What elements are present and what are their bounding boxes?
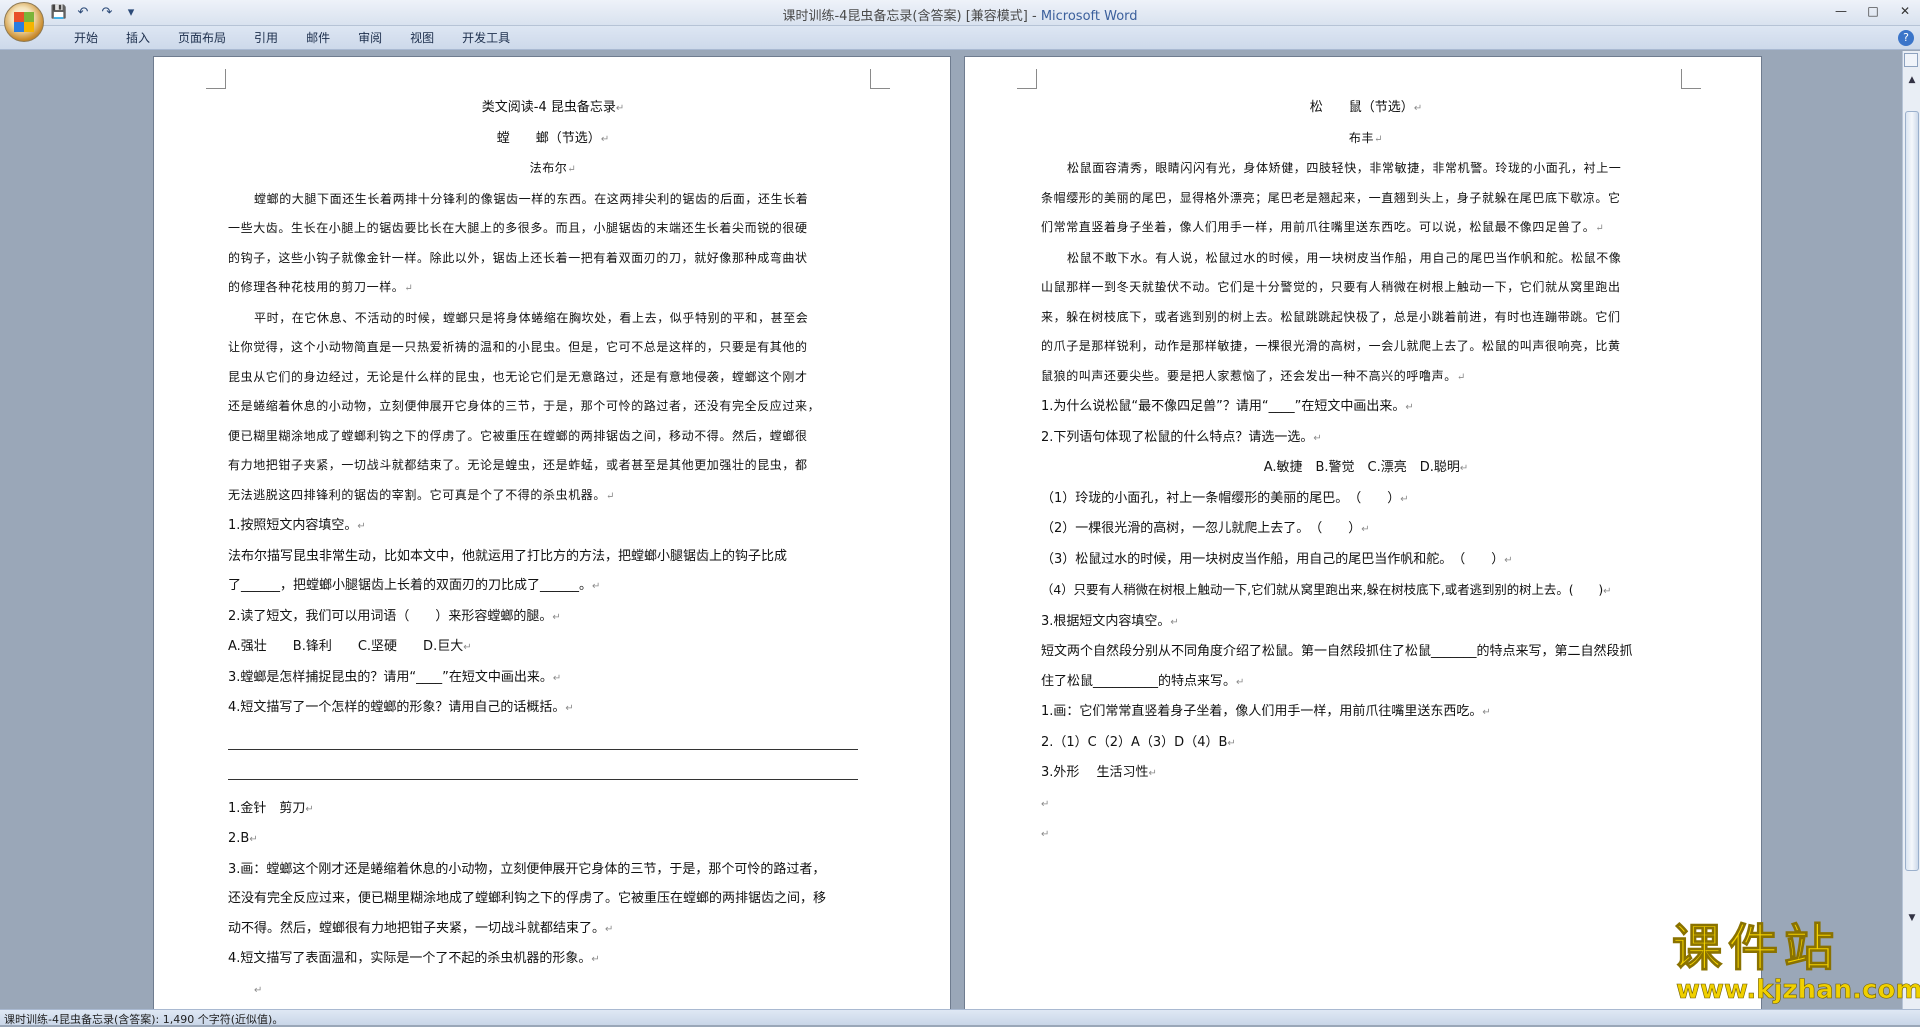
doc-title: 松 鼠（节选）↵ (1309, 100, 1423, 115)
passage-line: 还是蜷缩着休息的小动物，立刻便伸展开它身体的三节，于是，那个可怜的路过者，还没有… (228, 399, 821, 413)
passage-line: 山鼠那样一到冬天就蛰伏不动。它们是十分警觉的，只要有人稍微在树根上触动一下，它们… (1041, 280, 1621, 294)
office-logo-icon (14, 12, 34, 32)
doc-title: 类文阅读-4 昆虫备忘录↵ (481, 100, 625, 115)
close-button[interactable]: ✕ (1896, 2, 1914, 20)
tab-view[interactable]: 视图 (396, 30, 448, 46)
tab-page-layout[interactable]: 页面布局 (164, 30, 240, 46)
tab-mailings[interactable]: 邮件 (292, 30, 344, 46)
document-page-2[interactable]: 松 鼠（节选）↵ 布丰↵ 松鼠面容清秀，眼睛闪闪有光，身体矫健，四肢轻快，非常敏… (964, 56, 1762, 1009)
question-2-options: A.强壮 B.锋利 C.坚硬 D.巨大↵ (228, 639, 472, 654)
scrollbar-thumb[interactable] (1905, 111, 1919, 871)
status-bar: 课时训练-4昆虫备忘录(含答案): 1,490 个字符(近似值)。 (0, 1009, 1920, 1026)
tab-references[interactable]: 引用 (240, 30, 292, 46)
answer-line (228, 724, 858, 750)
document-page-1[interactable]: 类文阅读-4 昆虫备忘录↵ 螳 螂（节选）↵ 法布尔↵ 螳螂的大腿下面还生长着两… (153, 56, 951, 1009)
watermark-logo: 课件站 (1672, 919, 1840, 977)
question-1-text: 了______，把螳螂小腿锯齿上长着的双面刃的刀比成了______。↵ (228, 578, 601, 593)
margin-corner-mark (870, 69, 890, 89)
question-3: 3.根据短文内容填空。↵ (1041, 613, 1179, 629)
answer-1: 1.金针 剪刀↵ (228, 800, 314, 816)
answer-3: 还没有完全反应过来，便已糊里糊涂地成了螳螂利钩之下的俘虏了。它被重压在螳螂的两排… (228, 891, 827, 906)
question-2: 2.读了短文，我们可以用词语（ ）来形容螳螂的腿。↵ (228, 608, 561, 624)
passage-line: 松鼠面容清秀，眼睛闪闪有光，身体矫健，四肢轻快，非常敏捷，非常机警。玲珑的小面孔… (1067, 161, 1622, 175)
page-1-content: 类文阅读-4 昆虫备忘录↵ 螳 螂（节选）↵ 法布尔↵ 螳螂的大腿下面还生长着两… (228, 93, 878, 1005)
watermark-url: www.kjzhan.com (1676, 975, 1920, 1005)
question-3: 3.螳螂是怎样捕捉昆虫的？请用“____”在短文中画出来。↵ (228, 669, 562, 685)
passage-line: 的爪子是那样锐利，动作是那样敏捷，一棵很光滑的高树，一会儿就爬上去了。松鼠的叫声… (1041, 339, 1621, 353)
passage-line: 便已糊里糊涂地成了螳螂利钩之下的俘虏了。它被重压在螳螂的两排锯齿之间，移动不得。… (228, 428, 808, 443)
passage-line: 无法逃脱这四排锋利的锯齿的宰割。它可真是个了不得的杀虫机器。↵ (228, 487, 615, 502)
question-3-text: 住了松鼠__________的特点来写。↵ (1041, 673, 1245, 689)
question-2-item: （2）一棵很光滑的高树，一忽儿就爬上去了。 （ ）↵ (1041, 521, 1370, 536)
question-1-text: 法布尔描写昆虫非常生动，比如本文中，他就运用了打比方的方法，把螳螂小腿锯齿上的钩… (228, 548, 788, 564)
question-1: 1.为什么说松鼠“最不像四足兽”？请用“____”在短文中画出来。↵ (1041, 399, 1414, 414)
answer-2: 2.B↵ (228, 831, 258, 846)
window-title-app: Microsoft Word (1040, 9, 1138, 24)
title-bar: 💾 ↶ ↷ ▾ 课时训练-4昆虫备忘录(含答案) [兼容模式] - Micros… (0, 0, 1920, 26)
passage-line: 一些大齿。生长在小腿上的锯齿要比长在大腿上的多很多。而且，小腿锯齿的末端还生长着… (228, 221, 808, 235)
margin-corner-mark (1681, 69, 1701, 89)
answer-line (228, 754, 858, 780)
window-controls: — □ ✕ (1832, 2, 1914, 20)
answer-3: 动不得。然后，螳螂很有力地把钳子夹紧，一切战斗就都结束了。↵ (228, 920, 614, 936)
window-title: 课时训练-4昆虫备忘录(含答案) [兼容模式] - Microsoft Word (0, 5, 1920, 24)
answer-4: 4.短文描写了表面温和，实际是一个了不起的杀虫机器的形象。↵ (228, 951, 600, 966)
minimize-button[interactable]: — (1832, 2, 1850, 20)
document-workspace: 类文阅读-4 昆虫备忘录↵ 螳 螂（节选）↵ 法布尔↵ 螳螂的大腿下面还生长着两… (0, 51, 1902, 1009)
ribbon: 开始 插入 页面布局 引用 邮件 审阅 视图 开发工具 ? (0, 26, 1920, 50)
question-2-options: A.敏捷 B.警觉 C.漂亮 D.聪明↵ (1263, 460, 1469, 475)
maximize-button[interactable]: □ (1864, 2, 1882, 20)
passage-line: 平时，在它休息、不活动的时候，螳螂只是将身体蜷缩在胸坎处，看上去，似乎特别的平和… (254, 310, 809, 325)
passage-line: 昆虫从它们的身边经过，无论是什么样的昆虫，也无论它们是无意路过，还是有意地侵袭，… (228, 369, 808, 384)
site-watermark: 课件站 www.kjzhan.com (1672, 919, 1920, 1005)
empty-paragraph: ↵ (254, 984, 263, 996)
question-2-item: （3）松鼠过水的时候，用一块树皮当作船，用自己的尾巴当作帆和舵。 （ ）↵ (1041, 551, 1513, 567)
doc-author: 法布尔↵ (529, 161, 577, 175)
question-4: 4.短文描写了一个怎样的螳螂的形象？请用自己的话概括。↵ (228, 700, 574, 715)
passage-line: 的修理各种花枝用的剪刀一样。↵ (228, 280, 414, 294)
tab-developer[interactable]: 开发工具 (448, 30, 524, 46)
answer-3: 3.外形 生活习性↵ (1041, 765, 1157, 780)
answer-1: 1.画：它们常常直竖着身子坐着，像人们用手一样，用前爪往嘴里送东西吃。↵ (1041, 704, 1491, 719)
question-2: 2.下列语句体现了松鼠的什么特点？请选一选。↵ (1041, 429, 1322, 445)
passage-line: 鼠狼的叫声还要尖些。要是把人家惹恼了，还会发出一种不高兴的呼噜声。↵ (1041, 368, 1466, 383)
passage-line: 来，躲在树枝底下，或者逃到别的树上去。松鼠跳跳起快极了，总是小跳着前进，有时也连… (1041, 309, 1621, 324)
question-2-item: （1）玲珑的小面孔，衬上一条帽缨形的美丽的尾巴。 （ ）↵ (1041, 490, 1409, 506)
question-3-text: 短文两个自然段分别从不同角度介绍了松鼠。第一自然段抓住了松鼠_______的特点… (1041, 644, 1633, 659)
passage-line: 条帽缨形的美丽的尾巴，显得格外漂亮；尾巴老是翘起来，一直翘到头上，身子就躲在尾巴… (1041, 190, 1621, 205)
answer-2: 2.（1）C（2）A（3）D（4）B↵ (1041, 734, 1236, 750)
window-title-doc: 课时训练-4昆虫备忘录(含答案) [兼容模式] - (782, 9, 1041, 24)
answer-3: 3.画：螳螂这个刚才还是蜷缩着休息的小动物，立刻便伸展开它身体的三节，于是，那个… (228, 861, 826, 877)
margin-corner-mark (206, 69, 226, 89)
tab-insert[interactable]: 插入 (112, 30, 164, 46)
page-2-content: 松 鼠（节选）↵ 布丰↵ 松鼠面容清秀，眼睛闪闪有光，身体矫健，四肢轻快，非常敏… (1041, 93, 1691, 850)
scroll-down-arrow-icon[interactable]: ▼ (1905, 911, 1919, 925)
tab-home[interactable]: 开始 (60, 30, 112, 46)
margin-corner-mark (1017, 69, 1037, 89)
passage-line: 松鼠不敢下水。有人说，松鼠过水的时候，用一块树皮当作船，用自己的尾巴当作帆和舵。… (1067, 250, 1622, 265)
passage-line: 有力地把钳子夹紧，一切战斗就都结束了。无论是蝗虫，还是蚱蜢，或者甚至是其他更加强… (228, 458, 808, 472)
help-icon[interactable]: ? (1898, 30, 1914, 46)
passage-line: 们常常直竖着身子坐着，像人们用手一样，用前爪往嘴里送东西吃。可以说，松鼠最不像四… (1041, 220, 1605, 234)
tab-review[interactable]: 审阅 (344, 30, 396, 46)
passage-line: 让你觉得，这个小动物简直是一只热爱祈祷的温和的小昆虫。但是，它可不总是这样的，只… (228, 340, 808, 354)
office-button[interactable] (4, 2, 44, 42)
question-1: 1.按照短文内容填空。↵ (228, 518, 366, 533)
question-2-item: （4）只要有人稍微在树根上触动一下,它们就从窝里跑出来,躲在树枝底下,或者逃到别… (1041, 582, 1612, 597)
scroll-up-arrow-icon[interactable]: ▲ (1905, 73, 1919, 87)
vertical-scrollbar[interactable]: ▲ ▼ (1902, 51, 1920, 1009)
empty-paragraph: ↵ (1041, 798, 1050, 810)
view-ruler-icon[interactable] (1904, 53, 1918, 67)
empty-paragraph: ↵ (1041, 829, 1050, 840)
doc-author: 布丰↵ (1348, 130, 1384, 145)
doc-subtitle: 螳 螂（节选）↵ (496, 130, 610, 146)
passage-line: 的钩子，这些小钩子就像金针一样。除此以外，锯齿上还长着一把有着双面刃的刀，就好像… (228, 250, 808, 265)
passage-line: 螳螂的大腿下面还生长着两排十分锋利的像锯齿一样的东西。在这两排尖利的锯齿的后面，… (254, 191, 809, 206)
ribbon-tabs: 开始 插入 页面布局 引用 邮件 审阅 视图 开发工具 (60, 30, 524, 46)
